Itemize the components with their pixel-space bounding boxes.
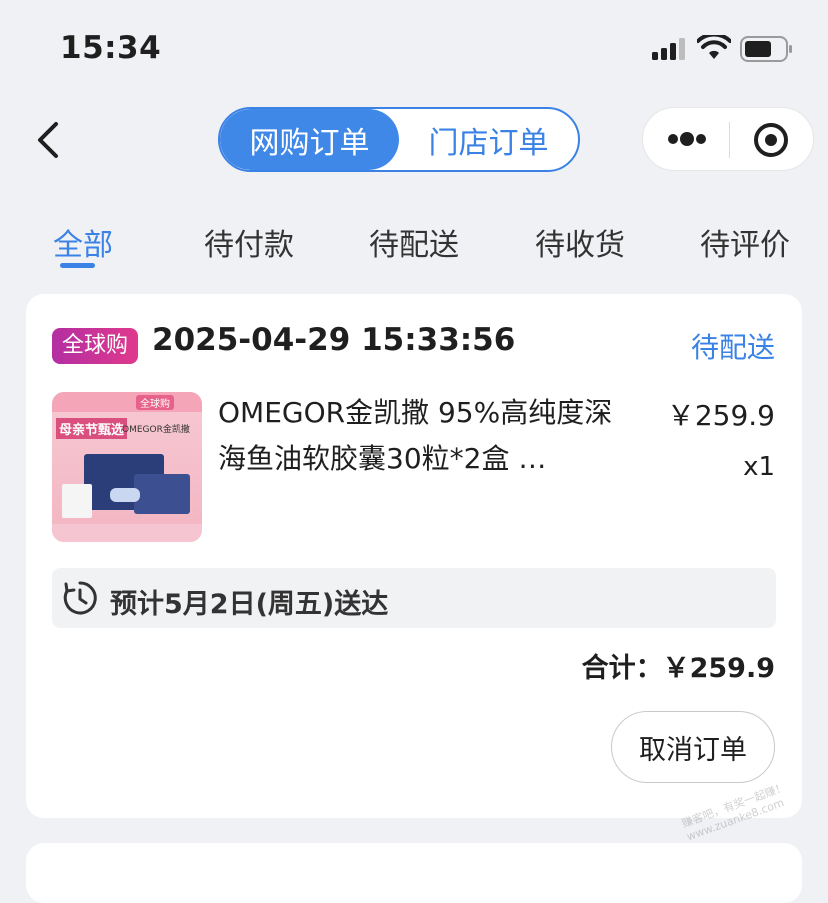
product-image-promo: 母亲节甄选 bbox=[56, 418, 128, 439]
next-order-card[interactable] bbox=[26, 843, 802, 903]
product-ribbon bbox=[110, 488, 140, 502]
order-status-tabs: 全部 待付款 待配送 待收货 待评价 bbox=[0, 210, 828, 270]
more-icon[interactable] bbox=[665, 126, 709, 152]
tab-pending-delivery[interactable]: 待配送 bbox=[369, 220, 459, 264]
product-bottle-box bbox=[62, 484, 92, 518]
product-name[interactable]: OMEGOR金凯撒 95%高纯度深海鱼油软胶囊30粒*2盒 … bbox=[218, 390, 638, 482]
product-image-footer bbox=[52, 524, 202, 542]
capsule-divider bbox=[729, 122, 730, 158]
cellular-signal-icon bbox=[652, 38, 685, 60]
product-price: ￥259.9 bbox=[666, 399, 775, 432]
product-quantity: x1 bbox=[743, 452, 775, 482]
tab-pending-payment[interactable]: 待付款 bbox=[204, 220, 294, 264]
tab-store-orders[interactable]: 门店订单 bbox=[399, 109, 578, 170]
active-tab-indicator bbox=[60, 263, 95, 268]
order-status: 待配送 bbox=[690, 331, 775, 364]
delivery-estimate-text: 预计5月2日(周五)送达 bbox=[110, 589, 389, 620]
total-value: ￥259.9 bbox=[662, 653, 775, 684]
wifi-icon bbox=[697, 35, 731, 59]
product-gift-box bbox=[134, 474, 190, 514]
order-total: 合计：￥259.9 bbox=[582, 646, 775, 685]
product-image-badge: 全球购 bbox=[136, 395, 174, 410]
global-purchase-badge: 全球购 bbox=[52, 328, 139, 364]
product-image-header bbox=[52, 392, 202, 412]
status-time: 15:34 bbox=[60, 30, 162, 66]
status-bar: 15:34 bbox=[0, 0, 828, 95]
delivery-estimate: 预计5月2日(周五)送达 bbox=[52, 568, 776, 628]
close-mini-program-icon[interactable] bbox=[753, 122, 789, 158]
clock-icon bbox=[63, 581, 97, 615]
mini-program-capsule bbox=[642, 107, 814, 171]
product-image[interactable]: 全球购 母亲节甄选 OMEGOR金凯撒 bbox=[52, 392, 202, 542]
total-label: 合计： bbox=[581, 653, 663, 684]
product-image-brand: OMEGOR金凯撒 bbox=[122, 425, 190, 435]
tab-online-orders[interactable]: 网购订单 bbox=[220, 109, 399, 170]
tab-pending-review[interactable]: 待评价 bbox=[700, 220, 790, 264]
order-type-segmented-control: 网购订单 门店订单 bbox=[218, 107, 580, 172]
battery-icon bbox=[740, 36, 792, 62]
cancel-order-button[interactable]: 取消订单 bbox=[611, 711, 775, 783]
tab-all[interactable]: 全部 bbox=[53, 220, 113, 264]
order-card[interactable]: 全球购 2025-04-29 15:33:56 待配送 全球购 母亲节甄选 OM… bbox=[26, 294, 802, 818]
order-datetime: 2025-04-29 15:33:56 bbox=[152, 322, 516, 358]
tab-pending-receipt[interactable]: 待收货 bbox=[535, 220, 625, 264]
back-icon[interactable] bbox=[30, 118, 70, 162]
